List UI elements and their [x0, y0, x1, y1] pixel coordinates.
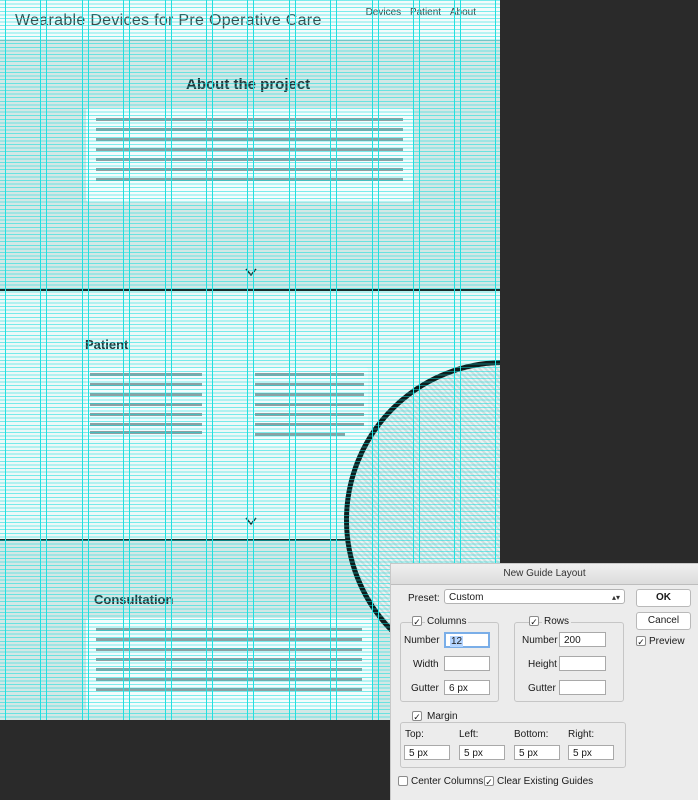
- text-line: [255, 393, 364, 396]
- nav-about: About: [449, 7, 476, 18]
- margin-right-field[interactable]: 5 px: [568, 745, 614, 760]
- chevron-down-icon: [245, 268, 257, 277]
- text-line: [255, 413, 364, 416]
- text-line: [255, 383, 364, 386]
- margin-bottom-field[interactable]: 5 px: [514, 745, 560, 760]
- columns-number-field[interactable]: 12: [444, 632, 490, 648]
- rows-gutter-field[interactable]: [559, 680, 606, 695]
- patient-text-card-right: [251, 367, 368, 447]
- text-line: [96, 638, 362, 641]
- text-line: [90, 373, 202, 376]
- new-guide-layout-dialog: New Guide Layout Preset: Custom ▴▾ OK Ca…: [390, 563, 698, 800]
- text-line: [255, 403, 364, 406]
- rows-gutter-label: Gutter: [528, 683, 556, 694]
- checkmark-icon: ✓: [485, 777, 493, 787]
- margin-top-label: Top:: [405, 729, 424, 740]
- center-columns-checkbox[interactable]: [398, 776, 408, 786]
- rows-height-field[interactable]: [559, 656, 606, 671]
- text-line: [96, 668, 362, 671]
- columns-width-label: Width: [413, 659, 439, 670]
- nav-patient: Patient: [409, 7, 442, 18]
- site-header: Wearable Devices for Pre Operative Care …: [0, 0, 500, 41]
- columns-width-field[interactable]: [444, 656, 490, 671]
- text-line: [96, 658, 362, 661]
- nav-devices: Devices: [365, 7, 402, 18]
- about-text-card: [86, 108, 413, 202]
- text-line: [90, 413, 202, 416]
- text-line: [96, 678, 362, 681]
- rows-height-label: Height: [528, 659, 557, 670]
- select-arrows-icon: ▴▾: [611, 593, 620, 602]
- columns-checkbox[interactable]: ✓: [412, 616, 422, 627]
- consultation-text-card: [86, 618, 372, 710]
- preview-checkbox[interactable]: ✓: [636, 636, 646, 647]
- text-line: [90, 431, 202, 434]
- patient-text-card-left: [86, 367, 206, 441]
- margin-right-label: Right:: [568, 729, 595, 740]
- margin-left-field[interactable]: 5 px: [459, 745, 505, 760]
- text-line: [255, 423, 364, 426]
- chevron-down-icon: [245, 517, 257, 526]
- site-title: Wearable Devices for Pre Operative Care: [15, 12, 322, 29]
- preset-select[interactable]: Custom ▴▾: [444, 589, 625, 604]
- margin-bottom-label: Bottom:: [514, 729, 549, 740]
- preset-label: Preset:: [408, 593, 440, 604]
- preset-value: Custom: [449, 592, 484, 603]
- text-line: [96, 168, 403, 171]
- rows-label: Rows: [542, 616, 572, 627]
- rows-number-field[interactable]: 200: [559, 632, 606, 647]
- patient-heading: Patient: [85, 337, 129, 352]
- text-line: [255, 433, 345, 436]
- margin-top-field[interactable]: 5 px: [404, 745, 450, 760]
- text-line: [96, 628, 362, 631]
- preview-label: Preview: [649, 636, 685, 647]
- text-line: [96, 118, 403, 121]
- center-columns-label: Center Columns: [411, 776, 484, 787]
- checkmark-icon: ✓: [530, 617, 538, 627]
- margin-left-label: Left:: [459, 729, 479, 740]
- text-line: [90, 383, 202, 386]
- clear-guides-label: Clear Existing Guides: [497, 776, 594, 787]
- text-line: [96, 138, 403, 141]
- margin-checkbox[interactable]: ✓: [412, 711, 422, 722]
- text-line: [96, 128, 403, 131]
- cancel-button[interactable]: Cancel: [636, 612, 691, 630]
- about-heading: About the project: [186, 76, 311, 93]
- ok-button[interactable]: OK: [636, 589, 691, 607]
- text-line: [90, 423, 202, 426]
- text-line: [255, 373, 364, 376]
- text-line: [96, 688, 362, 691]
- columns-gutter-field[interactable]: 6 px: [444, 680, 490, 695]
- text-line: [96, 178, 403, 181]
- text-line: [90, 393, 202, 396]
- text-line: [96, 158, 403, 161]
- checkmark-icon: ✓: [413, 712, 421, 722]
- dialog-title[interactable]: New Guide Layout: [391, 564, 698, 585]
- rows-number-label: Number: [522, 635, 558, 646]
- rows-checkbox[interactable]: ✓: [529, 616, 539, 627]
- text-line: [96, 648, 362, 651]
- columns-label: Columns: [425, 616, 469, 627]
- consultation-heading: Consultation: [94, 592, 174, 607]
- text-line: [96, 148, 403, 151]
- checkmark-icon: ✓: [413, 617, 421, 627]
- site-nav: Devices Patient About: [360, 7, 476, 18]
- text-line: [90, 403, 202, 406]
- columns-number-label: Number: [404, 635, 440, 646]
- checkmark-icon: ✓: [637, 637, 645, 647]
- margin-label: Margin: [425, 711, 460, 722]
- clear-guides-checkbox[interactable]: ✓: [484, 776, 494, 787]
- columns-gutter-label: Gutter: [411, 683, 439, 694]
